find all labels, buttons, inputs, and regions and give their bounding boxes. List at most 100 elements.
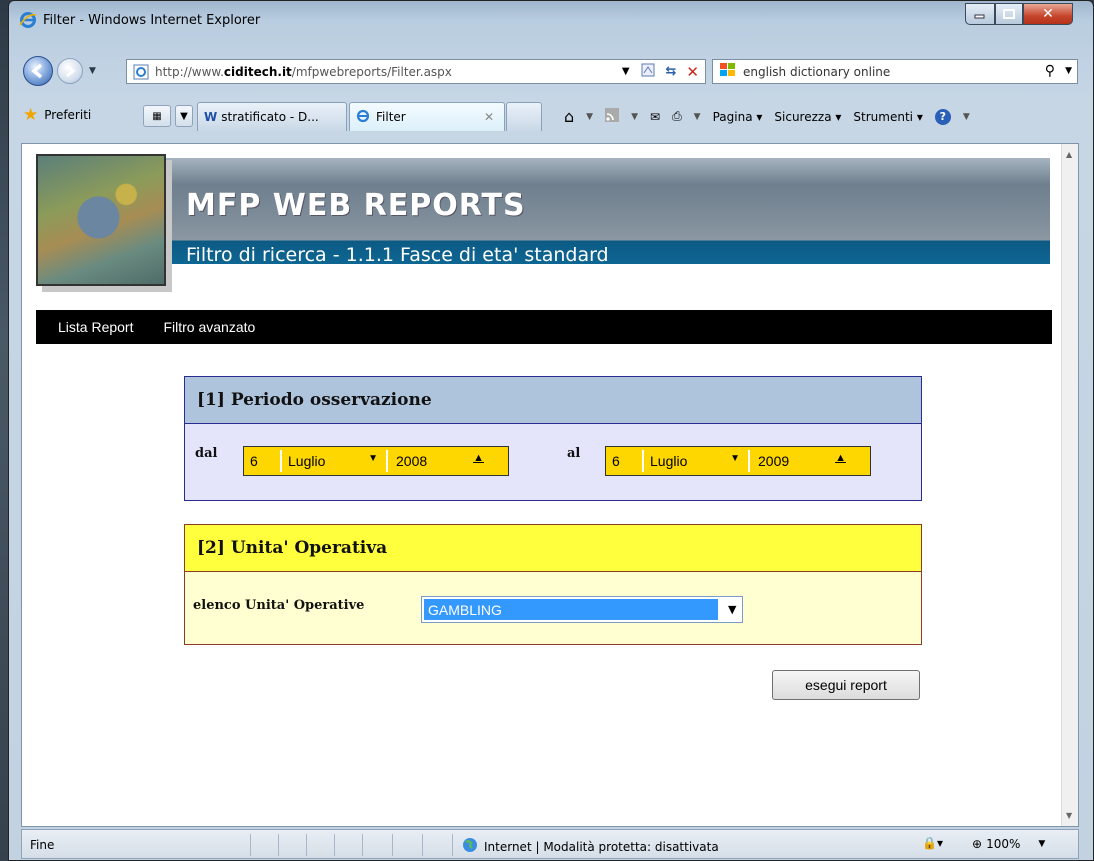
title-bar: Filter - Windows Internet Explorer ✕	[9, 1, 1093, 39]
zoom-dropdown-icon: ▼	[1038, 839, 1046, 849]
chevron-up-icon: ▲	[473, 452, 484, 464]
address-bar[interactable]: http://www.ciditech.it/mfpwebreports/Fil…	[126, 59, 706, 84]
forward-button[interactable]	[57, 58, 83, 84]
to-day-select[interactable]: 6	[606, 450, 640, 472]
quick-tabs-button[interactable]: ▦	[143, 105, 171, 127]
tab-filter[interactable]: Filter ✕	[349, 102, 505, 131]
print-dropdown-icon[interactable]: ▼	[694, 112, 701, 122]
close-tab-icon[interactable]: ✕	[484, 110, 494, 124]
word-doc-icon: W	[204, 110, 218, 124]
refresh-icon[interactable]: ⇆	[666, 64, 677, 79]
mail-icon[interactable]: ✉	[650, 110, 660, 124]
forward-arrow-icon	[66, 64, 76, 78]
menu-filtro-avanzato[interactable]: Filtro avanzato	[163, 319, 255, 335]
page-subtitle: Filtro di ricerca - 1.1.1 Fasce di eta' …	[186, 244, 609, 266]
help-dropdown-icon[interactable]: ▼	[963, 112, 970, 122]
zone-text: Internet | Modalità protetta: disattivat…	[484, 839, 719, 854]
from-label: dal	[195, 446, 218, 461]
to-month-select[interactable]: Luglio ▼	[642, 450, 750, 472]
status-divider	[452, 834, 453, 856]
close-window-button[interactable]: ✕	[1023, 3, 1073, 25]
history-dropdown-icon[interactable]: ▼	[89, 66, 96, 76]
feeds-icon[interactable]	[605, 108, 620, 125]
page-header: MFP WEB REPORTS Filtro di ricerca - 1.1.…	[36, 154, 1050, 286]
zoom-icon: ⊕	[972, 837, 983, 851]
back-button[interactable]	[23, 56, 53, 86]
vertical-scrollbar[interactable]: ▲ ▼	[1061, 144, 1078, 826]
compatibility-view-icon[interactable]	[640, 62, 656, 82]
feeds-dropdown-icon[interactable]: ▼	[631, 112, 638, 122]
search-input[interactable]: english dictionary online	[743, 65, 890, 79]
print-icon[interactable]: ⎙	[672, 109, 682, 124]
status-divider	[362, 834, 363, 856]
new-tab-button[interactable]	[506, 102, 542, 131]
status-divider	[250, 834, 251, 856]
stop-icon[interactable]: ✕	[686, 63, 699, 81]
navigation-bar: ▼ http://www.ciditech.it/mfpwebreports/F…	[9, 54, 1093, 88]
help-icon[interactable]: ?	[934, 108, 951, 125]
from-date-picker: 6 Luglio ▼ 2008 ▲	[243, 446, 509, 476]
from-day-select[interactable]: 6	[244, 450, 278, 472]
quick-tabs-icon: ▦	[152, 110, 162, 122]
run-report-button[interactable]: esegui report	[772, 670, 920, 700]
scroll-up-icon[interactable]: ▲	[1066, 150, 1072, 159]
globe-icon	[462, 837, 478, 856]
browser-window: Filter - Windows Internet Explorer ✕ ▼ h…	[8, 0, 1094, 861]
maximize-icon	[1003, 9, 1015, 19]
menu-sicurezza[interactable]: Sicurezza ▾	[774, 110, 841, 124]
home-icon[interactable]: ⌂	[564, 107, 574, 126]
page-icon	[133, 64, 149, 80]
unita-heading: [2] Unita' Operativa	[185, 525, 921, 572]
menu-pagina[interactable]: Pagina ▾	[713, 110, 763, 124]
ie-page-icon	[356, 109, 370, 126]
to-label: al	[567, 446, 581, 461]
maximize-button[interactable]	[995, 3, 1023, 25]
to-year-select[interactable]: 2009 ▲	[752, 450, 862, 472]
unita-list-label: elenco Unita' Operative	[193, 598, 365, 613]
periodo-panel: [1] Periodo osservazione dal 6 Luglio ▼ 2…	[184, 376, 922, 501]
tab-list-dropdown[interactable]: ▼	[175, 105, 193, 127]
home-dropdown-icon[interactable]: ▼	[586, 112, 593, 122]
favorites-button[interactable]: ★ Preferiti	[23, 105, 91, 125]
status-divider	[334, 834, 335, 856]
back-arrow-icon	[31, 63, 43, 79]
site-menu: Lista Report Filtro avanzato	[36, 310, 1052, 344]
close-icon: ✕	[1042, 6, 1054, 22]
chevron-down-icon: ▼	[368, 453, 378, 464]
unita-panel: [2] Unita' Operativa elenco Unita' Opera…	[184, 524, 922, 645]
menu-strumenti[interactable]: Strumenti ▾	[853, 110, 922, 124]
to-date-picker: 6 Luglio ▼ 2009 ▲	[605, 446, 871, 476]
tab-stratificato[interactable]: W stratificato - D...	[197, 102, 347, 131]
protected-mode-icon[interactable]: 🔒▾	[922, 836, 943, 850]
unita-select[interactable]: GAMBLING ▼	[421, 596, 743, 623]
unita-body: elenco Unita' Operative GAMBLING ▼	[185, 572, 921, 644]
minimize-button[interactable]	[965, 3, 995, 25]
menu-lista-report[interactable]: Lista Report	[58, 319, 133, 335]
status-bar: Fine Internet | Modalità protetta: disat…	[21, 829, 1079, 859]
unita-selected-value: GAMBLING	[424, 599, 718, 620]
chevron-down-icon: ▼	[180, 110, 188, 122]
status-divider	[278, 834, 279, 856]
ie-logo-icon	[19, 11, 37, 32]
search-icon[interactable]: ⚲	[1045, 63, 1055, 79]
site-title: MFP WEB REPORTS	[186, 188, 526, 223]
status-divider	[392, 834, 393, 856]
tab-label: stratificato - D...	[221, 110, 319, 124]
address-dropdown-icon[interactable]: ▼	[622, 66, 630, 77]
chevron-down-icon: ▼	[728, 603, 737, 616]
status-divider	[422, 834, 423, 856]
scroll-down-icon[interactable]: ▼	[1066, 811, 1072, 820]
zoom-control[interactable]: ⊕ 100% ▼	[972, 837, 1045, 851]
search-options-dropdown-icon[interactable]: ▼	[1065, 66, 1072, 76]
from-year-select[interactable]: 2008 ▲	[390, 450, 500, 472]
tab-row: ★ Preferiti ▦ ▼ W stratificato - D... Fi…	[9, 101, 1093, 131]
favorites-label: Preferiti	[44, 108, 92, 122]
url-text: http://www.ciditech.it/mfpwebreports/Fil…	[155, 64, 452, 79]
from-month-select[interactable]: Luglio ▼	[280, 450, 388, 472]
search-box[interactable]: english dictionary online ⚲ ▼	[712, 59, 1078, 84]
chevron-up-icon: ▲	[835, 452, 846, 464]
star-icon: ★	[23, 105, 39, 125]
status-divider	[306, 834, 307, 856]
window-title: Filter - Windows Internet Explorer	[43, 13, 261, 28]
security-zone[interactable]: Internet | Modalità protetta: disattivat…	[462, 837, 719, 856]
